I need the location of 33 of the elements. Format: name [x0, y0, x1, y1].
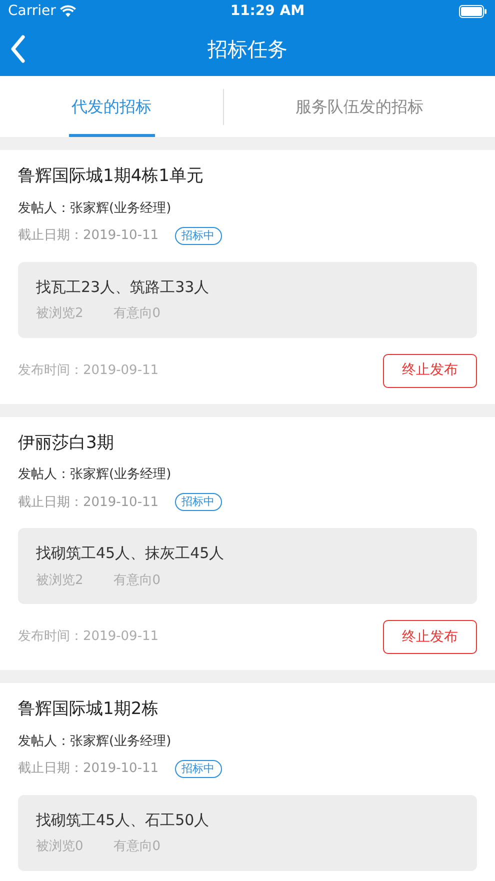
- page-title: 招标任务: [208, 36, 288, 63]
- views-count: 被浏览2: [36, 305, 84, 323]
- status-tag: 招标中: [174, 493, 222, 512]
- publish-time: 发布时间：2019-09-11: [18, 628, 159, 646]
- task-title: 鲁辉国际城1期4栋1单元: [18, 165, 204, 188]
- demand-text: 找瓦工23人、筑路工33人: [36, 276, 210, 298]
- wifi-icon: [60, 5, 76, 17]
- status-tag: 招标中: [174, 226, 222, 245]
- status-time: 11:29 AM: [230, 2, 305, 20]
- demand-text: 找砌筑工45人、抹灰工45人: [36, 543, 226, 564]
- task-title: 伊丽莎白3期: [18, 432, 115, 454]
- deadline-label: 截止日期：2019-10-11: [18, 760, 159, 778]
- tab[interactable]: 服务队伍发的招标: [224, 76, 495, 137]
- interest-count: 有意向0: [113, 305, 161, 323]
- publish-time: 发布时间：2019-09-11: [18, 362, 159, 380]
- deadline-label: 截止日期：2019-10-11: [18, 494, 159, 512]
- task-title: 鲁辉国际城1期2栋: [18, 698, 160, 721]
- back-button[interactable]: [10, 35, 26, 63]
- poster-label: 发帖人：张家辉(业务经理): [18, 732, 172, 750]
- tab[interactable]: 代发的招标: [0, 76, 223, 137]
- interest-count: 有意向0: [113, 572, 161, 590]
- views-count: 被浏览0: [36, 838, 84, 856]
- status-tag: 招标中: [174, 760, 222, 778]
- stop-publishing-button[interactable]: 终止发布: [383, 354, 477, 388]
- carrier-label: Carrier: [8, 2, 56, 20]
- demand-text: 找砌筑工45人、石工50人: [36, 810, 210, 830]
- stop-publishing-button[interactable]: 终止发布: [383, 620, 477, 654]
- poster-label: 发帖人：张家辉(业务经理): [18, 200, 172, 218]
- poster-label: 发帖人：张家辉(业务经理): [18, 466, 172, 484]
- battery-icon: [458, 4, 487, 18]
- views-count: 被浏览2: [36, 572, 84, 590]
- deadline-label: 截止日期：2019-10-11: [18, 227, 159, 245]
- interest-count: 有意向0: [113, 838, 161, 856]
